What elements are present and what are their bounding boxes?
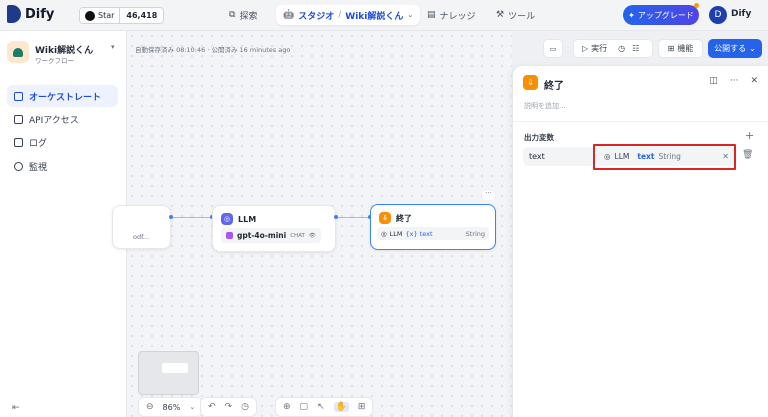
features-button[interactable]: ⊞ 機能 [658,39,703,58]
github-icon [85,10,95,21]
user-name[interactable]: Dify [731,9,751,19]
run-toolbar: ▷ 実行 ◷ ☷ [573,39,653,58]
top-bar: Dify Star 46,418 ⧉ 探索 🤖 スタジオ / Wiki解説くん … [0,0,768,31]
node-config-panel: ⇩ 終了 ◫ ··· ✕ 説明を追加... 出力変数 + text ◎ LLM … [512,66,768,417]
github-star-label: Star [98,11,115,20]
highlight-box [593,144,736,170]
logo-text: Dify [25,6,55,22]
nav-explore[interactable]: ⧉ 探索 [222,5,264,25]
start-node-snippet: odf... [133,233,150,241]
monitor-icon [14,161,23,171]
add-node-icon[interactable]: ⊕ [283,402,291,412]
llm-out-handle[interactable] [334,215,338,219]
publish-button[interactable]: 公開する ⌄ [708,39,762,58]
chevron-down-icon[interactable]: ⌄ [407,11,413,19]
checklist-icon[interactable]: ☷ [632,44,639,53]
llm-small-icon: ◎ [381,229,387,238]
github-star-button[interactable]: Star 46,418 [79,7,165,24]
nav-studio[interactable]: 🤖 スタジオ / Wiki解説くん ⌄ [276,5,421,25]
minimap-node [162,363,188,373]
dify-logo-icon [7,5,21,23]
sidebar: Wiki解説くん ワークフロー ▾ オーケストレート APIアクセス ログ 監視… [0,31,127,417]
features-icon: ⊞ [667,44,675,53]
book-icon: ▤ [427,10,436,20]
file-icon [14,137,23,147]
history-icon[interactable]: ◷ [618,44,625,53]
zoom-controls: ⊖ 86% ⌄ [138,397,204,417]
eye-icon: 👁 [308,232,316,239]
sidebar-item-monitor[interactable]: 監視 [7,155,118,177]
avatar[interactable]: D [709,6,727,24]
nav-studio-app[interactable]: Wiki解説くん [345,9,403,22]
minimap[interactable] [138,351,199,395]
model-chip: gpt-4o-mini CHAT 👁 [221,228,321,243]
llm-node[interactable]: ◎ LLM gpt-4o-mini CHAT 👁 [212,205,336,252]
env-button[interactable]: ▭ [543,39,563,58]
tool-controls: ⊕ ▢ ↖ ✋ ⊞ [275,397,374,417]
add-variable-icon[interactable]: + [745,129,754,142]
close-icon[interactable]: ✕ [750,76,758,86]
layout-icon [14,91,23,101]
add-note-icon[interactable]: ▢ [300,402,309,412]
end-icon: ⇩ [523,75,538,90]
split-view-icon[interactable]: ◫ [709,76,718,86]
end-node-title: 終了 [396,213,412,223]
chevron-down-icon[interactable]: ⌄ [189,403,195,411]
chevron-down-icon: ⌄ [749,44,756,53]
edge-llm-end [336,217,370,218]
history-icon[interactable]: ◷ [241,402,249,412]
description-input[interactable]: 説明を追加... [524,101,566,111]
app-type: ワークフロー [35,57,74,65]
play-icon[interactable]: ▷ [582,44,588,53]
end-node[interactable]: ⇩ 終了 ◎ LLM {x} text String [370,204,496,250]
end-node-variable: ◎ LLM {x} text String [377,227,489,240]
panel-title[interactable]: 終了 [544,77,564,92]
upgrade-button[interactable]: ✦ アップグレード [623,3,699,25]
start-handle[interactable] [169,215,173,219]
sparkle-icon: ✦ [628,10,635,20]
trash-icon[interactable]: 🗑 [742,150,753,160]
app-menu-chevron-icon[interactable]: ▾ [111,43,115,51]
tools-icon: ⚒ [496,10,505,20]
explore-icon: ⧉ [229,10,236,20]
pointer-icon[interactable]: ↖ [317,402,325,412]
nav-tools[interactable]: ⚒ ツール [489,5,542,25]
variable-name-input[interactable]: text [523,147,595,166]
sidebar-item-logs[interactable]: ログ [7,131,118,153]
upgrade-badge-dot [694,3,699,8]
organize-icon[interactable]: ⊞ [358,402,366,412]
sidebar-item-api[interactable]: APIアクセス [7,108,118,130]
sidebar-item-orchestrate[interactable]: オーケストレート [7,85,118,107]
save-status: 自動保存済み 08:10:46 · 公開済み 16 minutes ago [135,46,291,54]
zoom-icon[interactable]: ⊖ [146,402,154,412]
edge-start-llm [171,217,212,218]
github-star-count: 46,418 [126,11,158,20]
undo-icon[interactable]: ↶ [208,402,216,412]
robot-icon: 🤖 [283,10,295,20]
end-icon: ⇩ [379,212,391,224]
output-variables-label: 出力変数 [524,133,554,142]
history-controls: ↶ ↷ ◷ [200,397,257,417]
llm-icon: ◎ [221,213,233,225]
start-node[interactable]: odf... [112,205,171,249]
llm-node-title: LLM [238,214,257,224]
app-icon [7,41,29,63]
node-more-icon[interactable]: ··· [482,190,495,200]
more-icon[interactable]: ··· [730,76,739,86]
panel-divider [513,121,768,122]
env-icon: ▭ [549,44,557,53]
collapse-sidebar-icon[interactable]: ⇤ [12,403,20,413]
dify-logo[interactable]: Dify [7,5,54,23]
redo-icon[interactable]: ↷ [225,402,233,412]
zoom-level[interactable]: 86% [163,403,181,412]
nav-knowledge[interactable]: ▤ ナレッジ [420,5,483,25]
terminal-icon [14,114,23,124]
hand-icon[interactable]: ✋ [333,402,349,412]
run-button[interactable]: 実行 [591,43,607,54]
model-icon [226,232,233,239]
